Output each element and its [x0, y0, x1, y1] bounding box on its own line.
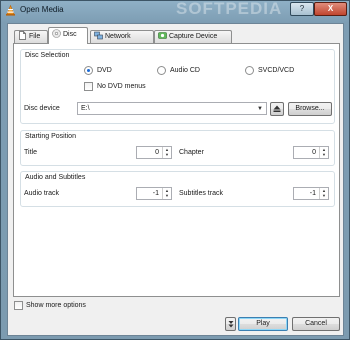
audio-track-spinbox[interactable]: -1 ▲ ▼ — [136, 187, 172, 200]
spin-arrows-icon[interactable]: ▲ ▼ — [319, 147, 328, 158]
svcd-vcd-label: SVCD/VCD — [258, 67, 295, 74]
audio-cd-radio[interactable] — [157, 66, 166, 75]
tab-disc-label: Disc — [63, 31, 77, 38]
starting-position-group: Starting Position Title 0 ▲ ▼ Chapter 0 ▲… — [20, 130, 335, 166]
window-title: Open Media — [20, 5, 64, 14]
show-more-options-label: Show more options — [26, 302, 86, 309]
subtitles-track-value: -1 — [309, 190, 316, 197]
starting-position-title: Starting Position — [25, 133, 76, 140]
chevron-down-icon: ▼ — [257, 106, 263, 112]
watermark: SOFTPEDIA — [176, 0, 283, 18]
show-more-options-checkbox[interactable] — [14, 301, 23, 310]
title-label: Title — [24, 149, 37, 156]
tab-network-label: Network — [105, 33, 131, 40]
audio-track-label: Audio track — [24, 190, 60, 197]
no-dvd-menus-label: No DVD menus — [97, 83, 146, 90]
disc-panel: Disc Selection DVD Audio CD SVCD/VCD No … — [13, 43, 340, 297]
no-dvd-menus-checkbox[interactable] — [84, 82, 93, 91]
chapter-label: Chapter — [179, 149, 204, 156]
help-button[interactable]: ? — [290, 2, 314, 16]
subtitles-track-label: Subtitles track — [179, 190, 223, 197]
network-icon — [94, 31, 103, 40]
disc-selection-group: Disc Selection DVD Audio CD SVCD/VCD No … — [20, 49, 335, 124]
dvd-radio[interactable] — [84, 66, 93, 75]
spin-arrows-icon[interactable]: ▲ ▼ — [319, 188, 328, 199]
eject-icon — [273, 105, 281, 112]
disc-device-value: E:\ — [81, 105, 90, 112]
disc-device-label: Disc device — [24, 105, 60, 112]
chevron-down-icon — [228, 321, 233, 328]
title-spinbox[interactable]: 0 ▲ ▼ — [136, 146, 172, 159]
tab-capture-device-label: Capture Device — [169, 33, 218, 40]
dvd-label: DVD — [97, 67, 112, 74]
close-button[interactable]: X — [314, 2, 347, 16]
title-bar: Open Media SOFTPEDIA ? X — [1, 0, 349, 21]
vlc-cone-icon — [6, 5, 15, 16]
play-button[interactable]: Play — [238, 317, 288, 331]
tab-file-label: File — [29, 33, 41, 40]
chapter-spinbox[interactable]: 0 ▲ ▼ — [293, 146, 329, 159]
disc-device-combo[interactable]: E:\ ▼ — [77, 102, 267, 115]
disc-selection-title: Disc Selection — [25, 52, 70, 59]
audio-cd-label: Audio CD — [170, 67, 200, 74]
spin-arrows-icon[interactable]: ▲ ▼ — [162, 147, 171, 158]
file-icon — [19, 31, 26, 40]
capture-device-icon — [158, 32, 167, 39]
tab-file[interactable]: File — [14, 30, 48, 43]
disc-icon — [52, 29, 61, 38]
subtitles-track-spinbox[interactable]: -1 ▲ ▼ — [293, 187, 329, 200]
cancel-button[interactable]: Cancel — [292, 317, 340, 331]
play-options-button[interactable] — [225, 317, 236, 331]
eject-button[interactable] — [270, 102, 284, 116]
svcd-vcd-radio[interactable] — [245, 66, 254, 75]
tab-disc[interactable]: Disc — [48, 27, 88, 44]
audio-subtitles-title: Audio and Subtitles — [25, 174, 86, 181]
open-media-window: Open Media SOFTPEDIA ? X File Disc Netwo… — [0, 0, 350, 340]
audio-track-value: -1 — [152, 190, 159, 197]
dialog-body: File Disc Network Capture Device Disc Se… — [7, 23, 344, 336]
tab-capture-device[interactable]: Capture Device — [154, 30, 232, 43]
spin-arrows-icon[interactable]: ▲ ▼ — [162, 188, 171, 199]
chapter-value: 0 — [312, 149, 316, 156]
tab-network[interactable]: Network — [90, 30, 154, 43]
audio-subtitles-group: Audio and Subtitles Audio track -1 ▲ ▼ Su… — [20, 171, 335, 207]
title-value: 0 — [155, 149, 159, 156]
browse-button[interactable]: Browse... — [288, 102, 332, 116]
